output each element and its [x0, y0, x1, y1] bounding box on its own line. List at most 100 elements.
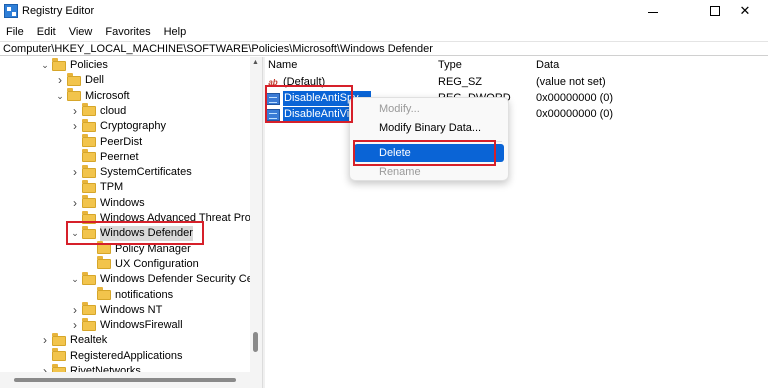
value-type: REG_SZ — [438, 76, 483, 88]
folder-icon — [82, 179, 96, 193]
vertical-scroll-thumb[interactable] — [253, 332, 258, 352]
folder-icon — [82, 103, 96, 117]
tree-item[interactable]: ⌄ Microsoft — [55, 88, 130, 104]
menu-file[interactable]: File — [0, 24, 31, 40]
folder-icon — [67, 88, 81, 102]
close-button[interactable]: ✕ — [722, 0, 768, 22]
tree-item-label: Cryptography — [100, 120, 167, 133]
menu-edit[interactable]: Edit — [31, 24, 63, 40]
values-pane[interactable]: Name Type Data ab (Default) REG_SZ (valu… — [266, 57, 768, 388]
value-data: (value not set) — [536, 76, 606, 88]
key-tree[interactable]: ⌄ Policies › Dell ⌄ Microsoft › cloud › Cryptogra… — [0, 57, 262, 388]
tree-item[interactable]: › Cryptography — [70, 118, 167, 134]
folder-icon — [82, 271, 96, 285]
tree-item[interactable]: TPM — [70, 179, 124, 195]
column-header-data[interactable]: Data — [536, 59, 559, 71]
tree-item[interactable]: › WindowsFirewall — [70, 317, 183, 333]
string-value-icon: ab — [268, 78, 278, 87]
tree-item[interactable]: ⌄ Windows Defender — [70, 225, 193, 242]
column-header-name[interactable]: Name — [268, 59, 297, 71]
menu-bar: File Edit View Favorites Help — [0, 24, 193, 40]
tree-item-label: Realtek — [70, 334, 108, 347]
tree-item[interactable]: › Dell — [55, 72, 104, 88]
tree-item[interactable]: › Realtek — [40, 332, 108, 348]
chevron-right-icon[interactable]: › — [55, 73, 65, 88]
tree-item[interactable]: › Windows NT — [70, 302, 163, 318]
tree-item-label: cloud — [100, 104, 127, 117]
menu-modify-binary-data[interactable]: Modify Binary Data... — [350, 119, 508, 137]
folder-icon — [82, 195, 96, 209]
menu-rename[interactable]: Rename — [350, 163, 508, 181]
menu-separator — [356, 141, 502, 142]
folder-icon — [82, 149, 96, 163]
tree-item[interactable]: › SystemCertificates — [70, 164, 192, 180]
folder-icon — [82, 225, 96, 239]
title-bar: Registry Editor ✕ — [0, 0, 768, 22]
value-data: 0x00000000 (0) — [536, 92, 614, 104]
tree-item[interactable]: Policy Manager — [85, 241, 191, 257]
chevron-right-icon[interactable]: › — [70, 303, 80, 318]
folder-icon — [82, 118, 96, 132]
tree-item[interactable]: PeerDist — [70, 134, 143, 150]
dword-value-icon — [266, 92, 280, 105]
tree-item-label: RegisteredApplications — [70, 349, 183, 362]
chevron-right-icon[interactable]: › — [70, 318, 80, 333]
folder-icon — [82, 134, 96, 147]
minimize-icon — [648, 11, 658, 13]
tree-vertical-scrollbar[interactable]: ▲ — [250, 57, 262, 372]
chevron-right-icon[interactable]: › — [70, 119, 80, 134]
folder-icon — [52, 348, 66, 362]
tree-item[interactable]: › cloud — [70, 103, 127, 119]
value-name: (Default) — [283, 76, 326, 88]
chevron-down-icon[interactable]: ⌄ — [55, 89, 65, 104]
chevron-down-icon[interactable]: ⌄ — [40, 58, 50, 73]
tree-item[interactable]: › Windows — [70, 195, 145, 211]
chevron-down-icon[interactable]: ⌄ — [70, 226, 80, 241]
tree-item-label: Windows NT — [100, 303, 163, 316]
tree-item[interactable]: RegisteredApplications — [40, 348, 183, 364]
chevron-right-icon[interactable]: › — [70, 165, 80, 180]
tree-item[interactable]: ⌄ Windows Defender Security Center — [70, 271, 262, 287]
menu-modify[interactable]: Modify... — [350, 100, 508, 118]
folder-icon — [82, 317, 96, 331]
tree-item[interactable]: Peernet — [70, 149, 139, 165]
tree-horizontal-scrollbar[interactable] — [0, 372, 262, 388]
scroll-up-icon[interactable]: ▲ — [252, 59, 259, 66]
chevron-right-icon[interactable]: › — [40, 333, 50, 348]
dword-value-icon — [266, 108, 280, 121]
menu-view[interactable]: View — [63, 24, 100, 40]
menu-delete[interactable]: Delete — [354, 144, 504, 162]
chevron-down-icon[interactable]: ⌄ — [70, 272, 80, 287]
value-row-default[interactable]: ab (Default) REG_SZ (value not set) — [266, 75, 766, 90]
registry-editor-icon — [4, 4, 18, 18]
value-row-disableantispyware[interactable]: DisableAntiSpy REG_DWORD 0x00000000 (0) — [266, 91, 766, 106]
folder-icon — [97, 256, 111, 270]
tree-item-label: TPM — [100, 181, 124, 194]
tree-item-label: notifications — [115, 288, 174, 301]
minimize-button[interactable] — [630, 0, 676, 22]
chevron-right-icon[interactable]: › — [70, 196, 80, 211]
tree-item[interactable]: UX Configuration — [85, 256, 199, 272]
tree-item-label: PeerDist — [100, 135, 143, 148]
tree-item-label: Windows — [100, 196, 145, 209]
column-header-type[interactable]: Type — [438, 59, 462, 71]
value-row-disableantivirus[interactable]: DisableAntiViru 0x00000000 (0) — [266, 107, 766, 122]
chevron-right-icon[interactable]: › — [70, 104, 80, 119]
pane-splitter[interactable] — [262, 57, 265, 388]
folder-icon — [52, 332, 66, 346]
horizontal-scroll-thumb[interactable] — [14, 378, 236, 382]
tree-item-label: Microsoft — [85, 89, 130, 102]
value-data: 0x00000000 (0) — [536, 108, 614, 120]
tree-item[interactable]: ⌄ Policies — [40, 57, 108, 73]
address-bar[interactable]: Computer\HKEY_LOCAL_MACHINE\SOFTWARE\Pol… — [0, 41, 768, 56]
tree-item-label: Policies — [70, 59, 108, 71]
menu-help[interactable]: Help — [158, 24, 194, 40]
tree-item[interactable]: Windows Advanced Threat Protecti — [70, 210, 262, 226]
tree-item-label: Dell — [85, 74, 104, 87]
menu-favorites[interactable]: Favorites — [99, 24, 157, 40]
folder-icon — [52, 57, 66, 71]
tree-item[interactable]: notifications — [85, 287, 174, 303]
